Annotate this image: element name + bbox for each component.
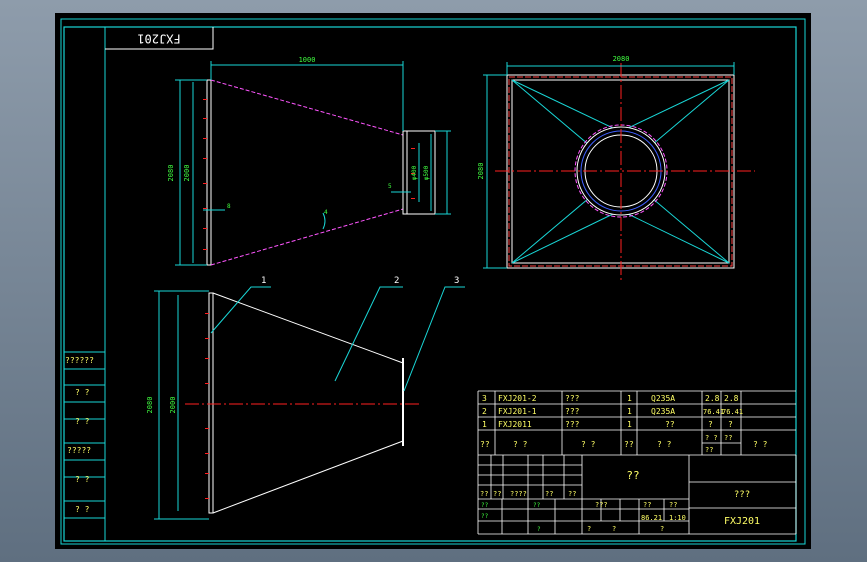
bom-header-code: ? ? — [513, 440, 528, 449]
bom-row3-code: FXJ2011 — [498, 420, 532, 429]
bom-header-weight-total: ?? — [724, 434, 732, 442]
company-name: ??? — [734, 490, 750, 500]
bom-row3-total-wt: ? — [728, 420, 733, 429]
title-block: ?? ?? ???? ?? ?? ?? ?? ?? ? ??? ?? ?? 86… — [477, 455, 797, 535]
cad-drawing: FXJ201 ?????? ? ? ? ? ????? ? ? ? ? 1000… — [60, 18, 806, 545]
front-thickness-b: 5 — [388, 183, 392, 190]
weight-label: ?? — [643, 501, 651, 509]
side-stamp-6: ? ? — [75, 505, 90, 514]
bom-row2-name: ??? — [565, 407, 580, 416]
side-stamp-5: ? ? — [75, 475, 90, 484]
bom-row2-unit-wt: 76.41 — [703, 408, 724, 416]
side-stamp-1: ?????? — [65, 356, 94, 365]
drawing-canvas: FXJ201 ?????? ? ? ? ? ????? ? ? ? ? 1000… — [55, 13, 811, 549]
bom-row2-no: 2 — [482, 407, 487, 416]
design-label-4: ? — [537, 526, 541, 533]
side-stamp-4: ????? — [67, 446, 91, 455]
bom-header-no: ?? — [480, 440, 490, 449]
bom-row1-material: Q235A — [651, 394, 675, 403]
callout-3: 3 — [454, 276, 459, 286]
sheet-label-1: ? — [587, 525, 591, 533]
callout-2: 2 — [394, 276, 399, 286]
rev-label-5: ?? — [568, 490, 576, 498]
rev-label-1: ?? — [480, 490, 488, 498]
callout-1: 1 — [261, 276, 266, 286]
rev-label-2: ?? — [493, 490, 501, 498]
bom-row2-code: FXJ201-1 — [498, 407, 537, 416]
side-stamp-3: ? ? — [75, 417, 90, 426]
bom-row1-total-wt: 2.8 — [724, 394, 739, 403]
bom-row3-unit-wt: ? — [708, 420, 713, 429]
weight-value: 86.21 — [641, 514, 662, 522]
drawing-name: ?? — [626, 469, 639, 482]
bom-header-qty: ?? — [624, 440, 634, 449]
front-left-inner-dim: 2000 — [183, 165, 191, 182]
bom-header-note: ? ? — [753, 440, 768, 449]
bom-row3-name: ??? — [565, 420, 580, 429]
front-view: 1000 2080 2000 φ400 φ500 8 5 4 — [167, 56, 451, 266]
bom-row3-no: 1 — [482, 420, 487, 429]
front-top-dim: 1000 — [299, 56, 316, 64]
bom-header-material: ? ? — [657, 440, 672, 449]
top-view: 2080 2080 — [477, 55, 755, 283]
bom-row2-material: Q235A — [651, 407, 675, 416]
section-left-inner-dim: 2000 — [169, 397, 177, 414]
bom-row1-qty: 1 — [627, 394, 632, 403]
bom-table: 3 FXJ201-2 ??? 1 Q235A 2.8 2.8 2 FXJ201-… — [477, 390, 796, 456]
sheet-label-3: ? — [660, 525, 664, 533]
stage-label: ??? — [595, 501, 608, 509]
front-right-dim-1: φ400 — [411, 165, 418, 180]
bom-header-weight-top: ? ? — [705, 434, 718, 442]
side-stamp-lines — [64, 351, 105, 519]
bom-header-name: ? ? — [581, 440, 596, 449]
outer-border — [60, 18, 806, 545]
design-label-1: ?? — [481, 502, 489, 509]
front-left-outer-dim: 2080 — [167, 165, 175, 182]
front-right-dim-2: φ500 — [423, 165, 430, 180]
bom-header-weight-unit: ?? — [705, 446, 713, 454]
bom-row2-qty: 1 — [627, 407, 632, 416]
front-angle: 4 — [324, 209, 328, 216]
flipped-drawing-number: FXJ201 — [137, 32, 180, 46]
section-left-outer-dim: 2080 — [146, 397, 154, 414]
scale-value: 1:10 — [669, 514, 686, 522]
bom-row1-name: ??? — [565, 394, 580, 403]
design-label-3: ?? — [533, 502, 541, 509]
section-view: 2080 2000 1 2 3 — [146, 276, 465, 520]
bom-row3-material: ?? — [665, 420, 675, 429]
front-thickness-a: 8 — [227, 203, 231, 210]
title-drawing-number: FXJ201 — [724, 516, 760, 527]
rev-label-4: ?? — [545, 490, 553, 498]
top-view-top-dim: 2080 — [613, 55, 630, 63]
rev-label-3: ???? — [510, 490, 527, 498]
side-stamp-2: ? ? — [75, 388, 90, 397]
inner-border — [63, 26, 797, 542]
bom-row1-unit-wt: 2.8 — [705, 394, 720, 403]
scale-label: ?? — [669, 501, 677, 509]
top-view-left-dim: 2080 — [477, 163, 485, 180]
bom-row1-code: FXJ201-2 — [498, 394, 537, 403]
sheet-label-2: ? — [612, 525, 616, 533]
bom-row3-qty: 1 — [627, 420, 632, 429]
bom-row2-total-wt: 76.41 — [722, 408, 743, 416]
design-label-2: ?? — [481, 513, 489, 520]
bom-row1-no: 3 — [482, 394, 487, 403]
